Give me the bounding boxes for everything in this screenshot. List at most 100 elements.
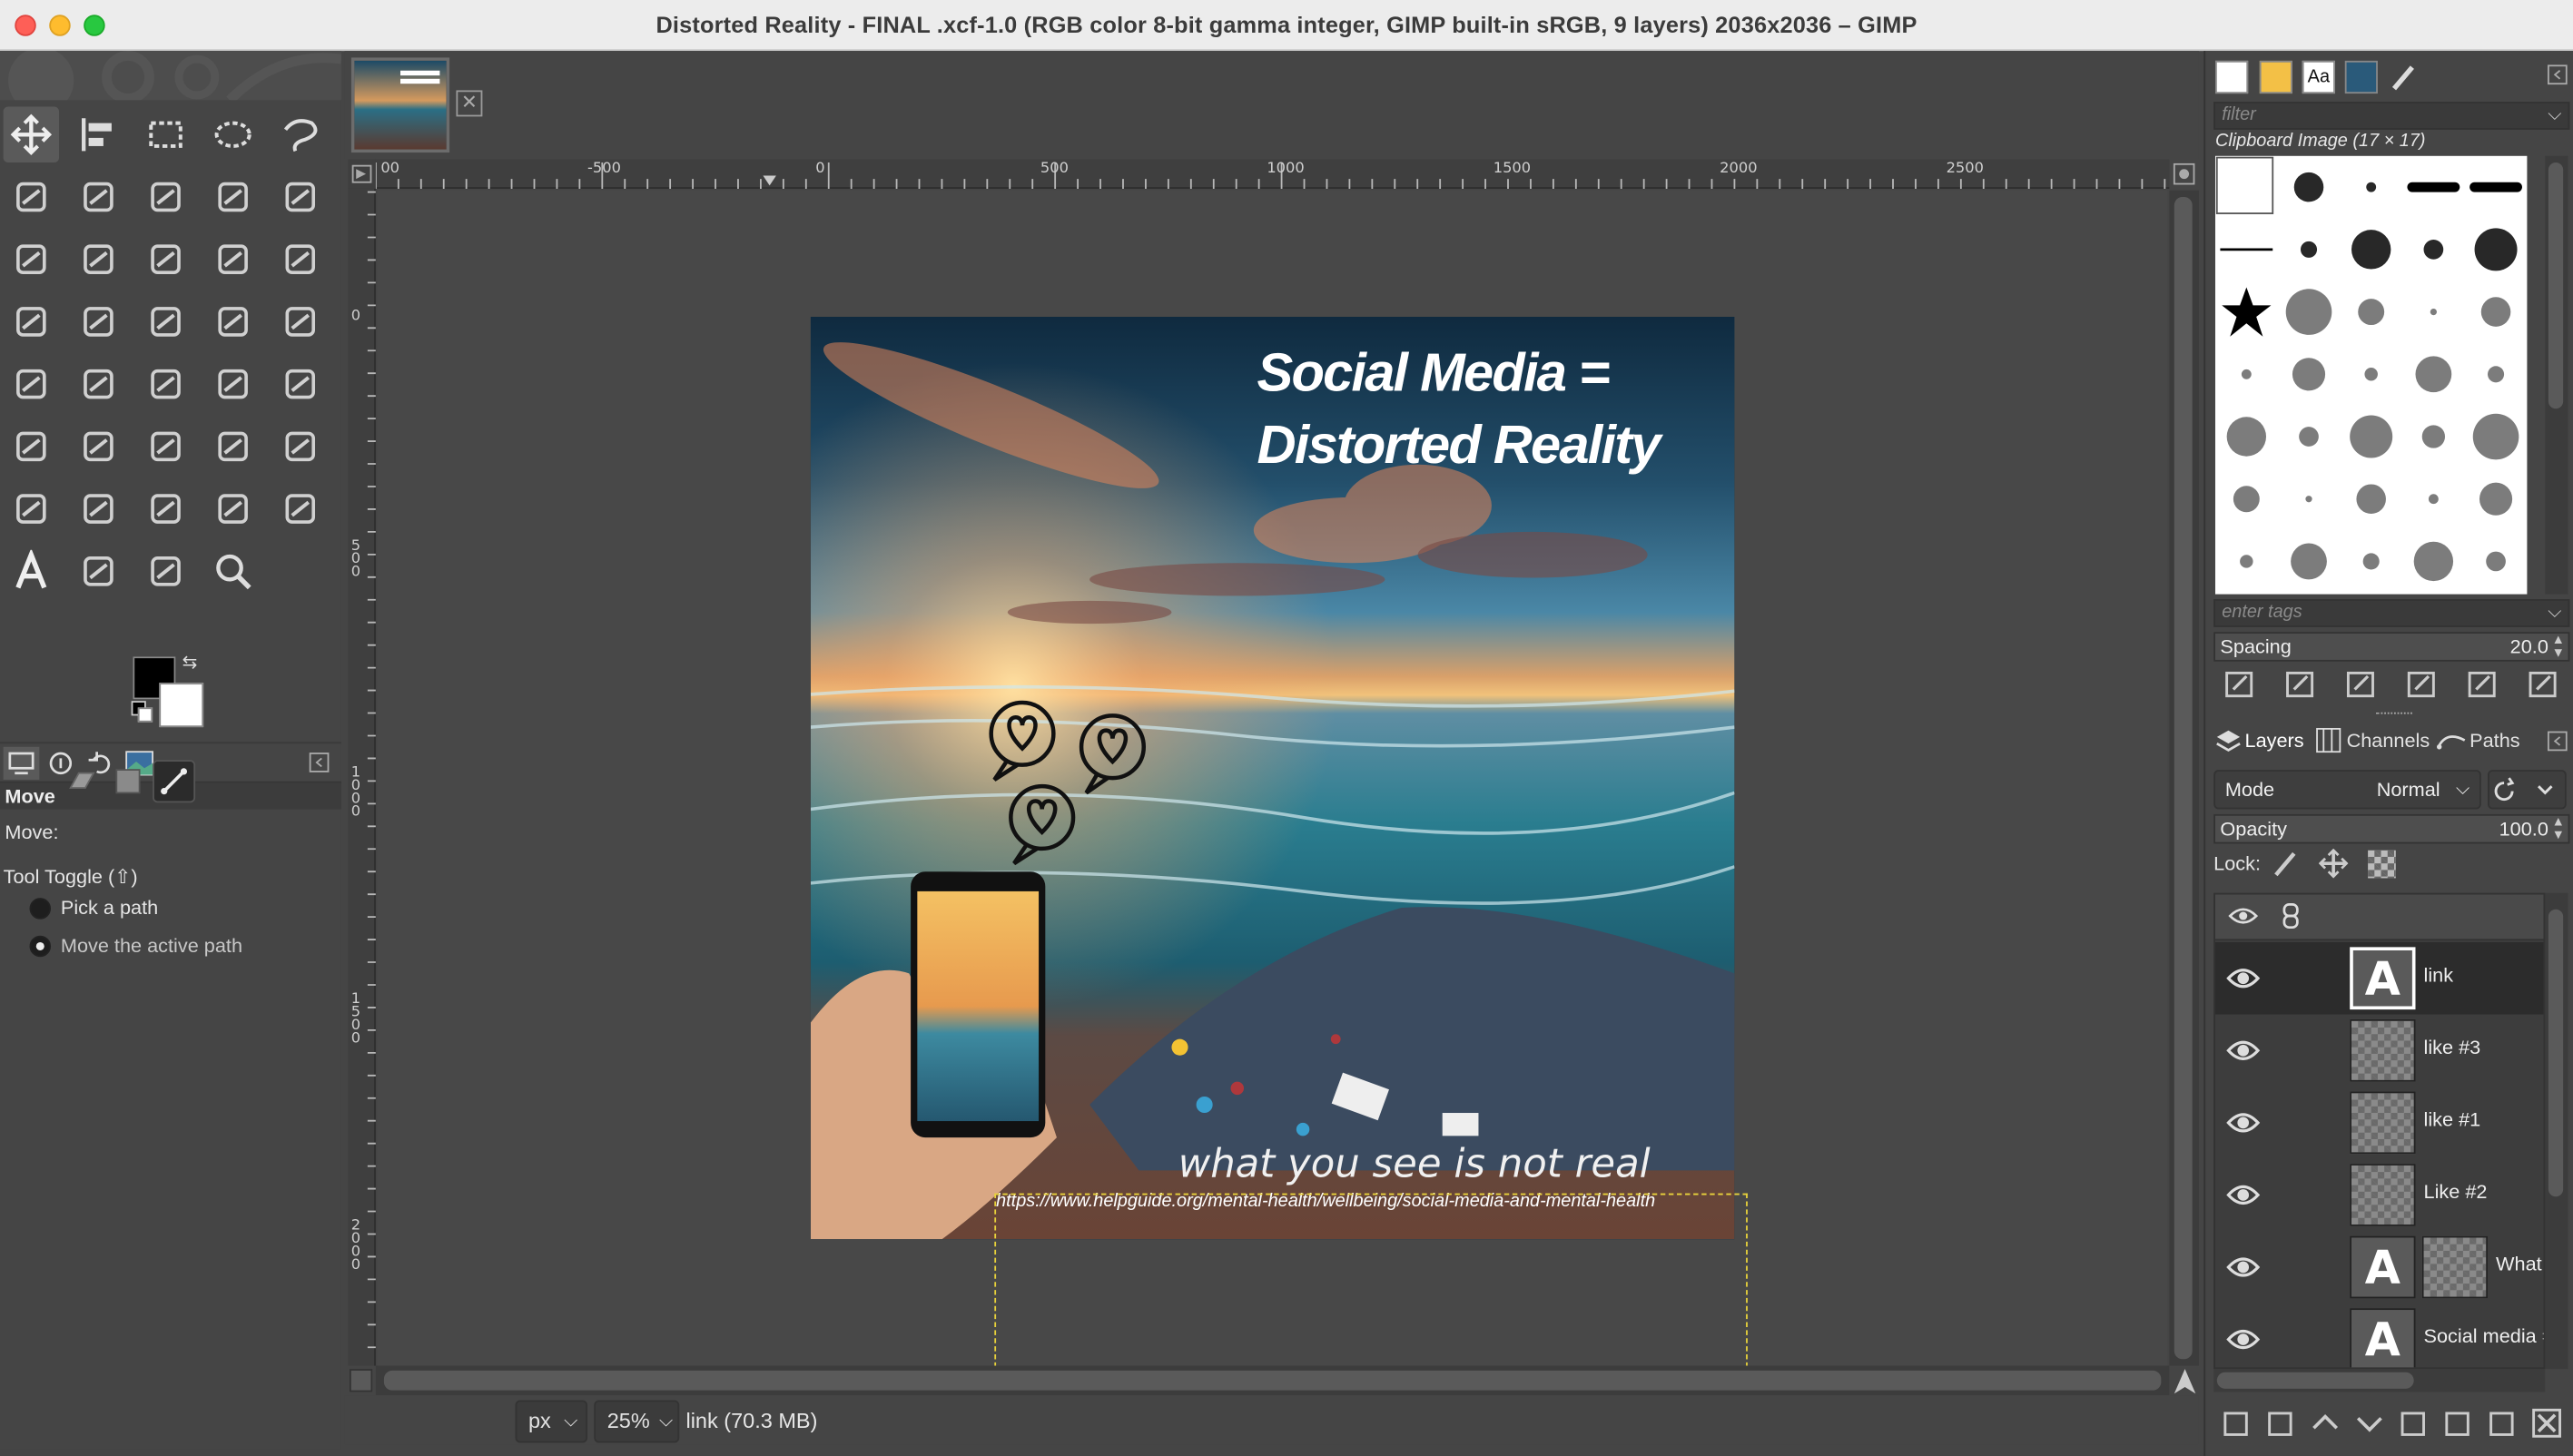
vertical-scroll-thumb[interactable] — [2174, 196, 2193, 1360]
ink-icon[interactable] — [4, 418, 59, 474]
layers-list[interactable]: Alink like #3 like #1 Like #2 A What A Social m… — [2213, 892, 2546, 1370]
mypaint-brush-icon[interactable] — [71, 418, 126, 474]
warp-transform-icon[interactable] — [138, 294, 193, 349]
airbrush-icon[interactable] — [272, 356, 328, 411]
anchor-layer-icon[interactable] — [2484, 1405, 2520, 1441]
tool-options-tab-icon[interactable] — [3, 746, 40, 780]
rotate-icon[interactable] — [71, 231, 126, 287]
blur-sharpen-icon[interactable] — [138, 481, 193, 536]
cage-transform-icon[interactable] — [272, 294, 328, 349]
layers-scrollbar[interactable] — [2545, 892, 2568, 1370]
perspective-icon[interactable] — [4, 294, 59, 349]
paths-icon[interactable] — [272, 481, 328, 536]
layers-h-scroll-thumb[interactable] — [2216, 1372, 2414, 1389]
lock-alpha-icon[interactable] — [2368, 850, 2396, 879]
open-brush-icon[interactable] — [2526, 666, 2562, 703]
heal-icon[interactable] — [272, 418, 328, 474]
fg-bg-tab-icon[interactable] — [2214, 60, 2249, 94]
3d-transform-icon[interactable] — [71, 294, 126, 349]
handle-transform-icon[interactable] — [205, 294, 261, 349]
default-colors-icon[interactable] — [131, 701, 153, 723]
flip-icon[interactable] — [272, 231, 328, 287]
scale-icon[interactable] — [138, 231, 193, 287]
configure-dock-icon[interactable] — [2547, 64, 2568, 86]
nav-corner-icon[interactable] — [349, 1369, 373, 1392]
paintbrush-icon[interactable] — [138, 356, 193, 411]
pick-path-radio[interactable] — [29, 898, 52, 920]
align-tool-icon[interactable] — [71, 107, 126, 162]
eye-icon[interactable] — [2225, 1177, 2262, 1214]
layer-row[interactable]: A What — [2215, 1231, 2543, 1304]
zoom-icon[interactable] — [205, 544, 261, 599]
merge-layer-icon[interactable] — [2440, 1405, 2477, 1441]
zoom-toggle-icon[interactable] — [2171, 1367, 2199, 1395]
layer-row[interactable]: A Social media = — [2215, 1304, 2543, 1368]
crop-icon[interactable] — [272, 169, 328, 224]
tab-paths[interactable]: Paths — [2469, 723, 2519, 756]
perspective-clone-icon[interactable] — [4, 481, 59, 536]
edit-brush-icon[interactable] — [2222, 666, 2258, 703]
bucket-fill-icon[interactable] — [4, 356, 59, 411]
layer-mode-select[interactable]: Mode Normal ⌵ — [2213, 770, 2481, 810]
tab-channels[interactable]: Channels — [2347, 723, 2430, 756]
eye-icon[interactable] — [2225, 1322, 2262, 1358]
vertical-ruler[interactable]: 0 5 0 0 1 0 0 0 1 5 0 0 2 0 0 0 — [348, 188, 376, 1366]
lock-pixels-icon[interactable] — [2271, 849, 2301, 879]
brush-tags-input[interactable]: enter tags ⌵ — [2213, 599, 2570, 627]
vertical-scrollbar[interactable] — [2169, 190, 2199, 1366]
horizontal-scroll-thumb[interactable] — [383, 1370, 2162, 1391]
wilber-drop-area[interactable] — [0, 51, 341, 101]
dock-separator[interactable] — [2376, 712, 2412, 716]
move-layer-icon[interactable] — [61, 760, 104, 802]
images-tab-icon[interactable] — [2344, 60, 2378, 94]
patterns-tab-icon[interactable] — [2259, 60, 2292, 94]
move-selection-icon[interactable] — [106, 760, 149, 802]
select-by-color-icon[interactable] — [205, 169, 261, 224]
layers-scroll-thumb[interactable] — [2548, 909, 2564, 1197]
eye-icon[interactable] — [2225, 1032, 2262, 1068]
shear-icon[interactable] — [205, 231, 261, 287]
unit-select[interactable]: px ⌵ — [515, 1400, 588, 1443]
refresh-brushes-icon[interactable] — [2465, 666, 2501, 703]
measure-icon[interactable] — [138, 544, 193, 599]
layer-row[interactable]: like #3 — [2215, 1015, 2543, 1087]
configure-tab-icon[interactable] — [309, 752, 330, 773]
duplicate-layer-icon[interactable] — [2396, 1405, 2432, 1441]
spin-arrows-icon[interactable]: ▲ ▼ — [2552, 633, 2565, 660]
quick-mask-toggle[interactable] — [348, 159, 376, 189]
spin-arrows-icon[interactable]: ▲ ▼ — [2552, 815, 2565, 842]
lower-layer-icon[interactable] — [2351, 1405, 2388, 1441]
new-layer-icon[interactable] — [2219, 1405, 2255, 1441]
brushes-tab-icon[interactable] — [2388, 61, 2420, 93]
brush-grid[interactable] — [2214, 155, 2528, 595]
image-tab-thumbnail[interactable] — [350, 57, 450, 153]
duplicate-brush-icon[interactable] — [2343, 666, 2380, 703]
zoom-select[interactable]: 25% ⌵ — [594, 1400, 680, 1443]
eraser-icon[interactable] — [138, 418, 193, 474]
tab-layers[interactable]: Layers — [2245, 723, 2304, 756]
brush-filter-input[interactable]: filter ⌵ — [2213, 102, 2570, 130]
clone-icon[interactable] — [205, 418, 261, 474]
raise-layer-icon[interactable] — [2307, 1405, 2343, 1441]
configure-dock-icon[interactable] — [2547, 731, 2568, 753]
gradient-icon[interactable] — [71, 356, 126, 411]
horizontal-scrollbar[interactable] — [375, 1365, 2170, 1396]
move-path-icon[interactable] — [153, 760, 196, 803]
scissors-select-icon[interactable] — [4, 169, 59, 224]
smudge-icon[interactable] — [71, 481, 126, 536]
ellipse-select-icon[interactable] — [205, 107, 261, 162]
layer-row[interactable]: Alink — [2214, 941, 2544, 1015]
image-canvas[interactable]: Social Media = Distorted Reality what yo… — [810, 317, 1735, 1240]
eye-icon[interactable] — [2225, 960, 2262, 997]
rect-select-icon[interactable] — [138, 107, 193, 162]
composite-mode-button[interactable] — [2488, 770, 2567, 810]
close-tab-icon[interactable]: ✕ — [456, 90, 483, 117]
layers-h-scrollbar[interactable] — [2213, 1369, 2546, 1392]
text-icon[interactable] — [4, 544, 59, 599]
move-active-path-radio[interactable] — [29, 935, 52, 958]
eye-icon[interactable] — [2225, 1249, 2262, 1285]
move-tool-icon[interactable] — [3, 106, 60, 163]
unified-transform-icon[interactable] — [4, 231, 59, 287]
dodge-burn-icon[interactable] — [205, 481, 261, 536]
layer-row[interactable]: like #1 — [2215, 1087, 2543, 1159]
